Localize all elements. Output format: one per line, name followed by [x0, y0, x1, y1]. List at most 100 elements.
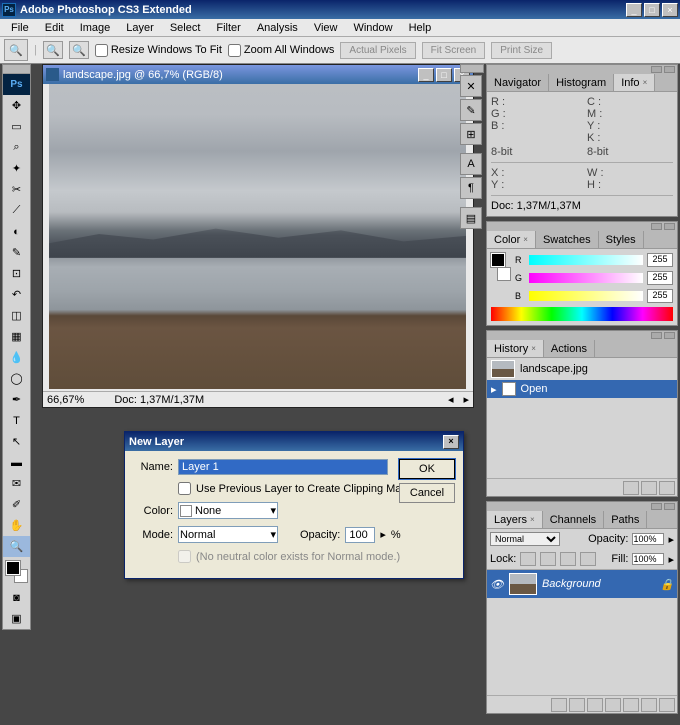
zoom-all-check[interactable]: Zoom All Windows: [228, 44, 334, 57]
layer-fill-input[interactable]: [632, 553, 664, 565]
menu-select[interactable]: Select: [163, 21, 208, 35]
layer-opacity-input[interactable]: [632, 533, 664, 545]
brushes-icon[interactable]: ✎: [460, 99, 482, 121]
menu-view[interactable]: View: [307, 21, 345, 35]
lasso-tool[interactable]: ⌕: [3, 137, 30, 158]
zoom-tool-preset-icon[interactable]: 🔍: [4, 39, 28, 61]
menu-filter[interactable]: Filter: [209, 21, 247, 35]
resize-windows-check[interactable]: Resize Windows To Fit: [95, 44, 222, 57]
menu-edit[interactable]: Edit: [38, 21, 71, 35]
maximize-button[interactable]: □: [644, 3, 660, 17]
move-tool[interactable]: ✥: [3, 95, 30, 116]
scroll-right-icon[interactable]: ▸: [463, 393, 469, 406]
brush-tool[interactable]: ✎: [3, 242, 30, 263]
crop-tool[interactable]: ✂: [3, 179, 30, 200]
group-icon[interactable]: [623, 698, 639, 712]
eraser-tool[interactable]: ◫: [3, 305, 30, 326]
panel-close-icon[interactable]: [664, 503, 675, 510]
ps-logo-icon[interactable]: Ps: [3, 74, 30, 95]
panel-min-icon[interactable]: [651, 223, 662, 230]
color-fg[interactable]: [491, 253, 505, 267]
menu-help[interactable]: Help: [402, 21, 439, 35]
panel-close-icon[interactable]: [664, 66, 675, 73]
shape-tool[interactable]: ▬: [3, 452, 30, 473]
color-bg[interactable]: [497, 267, 511, 281]
palette-grip[interactable]: [460, 64, 484, 73]
new-doc-icon[interactable]: [641, 481, 657, 495]
ok-button[interactable]: OK: [399, 459, 455, 479]
stamp-tool[interactable]: ⊡: [3, 263, 30, 284]
dialog-titlebar[interactable]: New Layer ×: [125, 432, 463, 451]
layer-thumb[interactable]: [509, 573, 537, 595]
r-slider[interactable]: [529, 255, 643, 265]
tab-styles[interactable]: Styles: [599, 231, 644, 248]
lock-move-icon[interactable]: [560, 552, 576, 566]
adjustment-layer-icon[interactable]: [605, 698, 621, 712]
color-select[interactable]: None ▾: [178, 502, 278, 519]
panel-min-icon[interactable]: [651, 332, 662, 339]
clone-source-icon[interactable]: ⊞: [460, 123, 482, 145]
minimize-button[interactable]: _: [626, 3, 642, 17]
blend-mode-select[interactable]: Normal: [490, 532, 560, 546]
layer-mask-icon[interactable]: [587, 698, 603, 712]
lock-all-icon[interactable]: [580, 552, 596, 566]
layer-comps-icon[interactable]: ▤: [460, 207, 482, 229]
mode-select[interactable]: Normal ▾: [178, 526, 278, 543]
menu-file[interactable]: File: [4, 21, 36, 35]
layer-style-icon[interactable]: [569, 698, 585, 712]
tab-layers[interactable]: Layers×: [487, 511, 543, 528]
name-input[interactable]: [178, 459, 388, 475]
menu-image[interactable]: Image: [73, 21, 118, 35]
trash-icon[interactable]: [659, 481, 675, 495]
tab-actions[interactable]: Actions: [544, 340, 595, 357]
fit-screen-button[interactable]: Fit Screen: [422, 42, 486, 59]
tab-histogram[interactable]: Histogram: [549, 74, 614, 91]
color-swatches[interactable]: [3, 557, 30, 587]
spectrum-bar[interactable]: [491, 307, 673, 321]
document-titlebar[interactable]: landscape.jpg @ 66,7% (RGB/8) _ □ ×: [43, 65, 473, 84]
gradient-tool[interactable]: ▦: [3, 326, 30, 347]
menu-layer[interactable]: Layer: [119, 21, 161, 35]
g-slider[interactable]: [529, 273, 643, 283]
foreground-color[interactable]: [6, 561, 20, 575]
paragraph-icon[interactable]: ¶: [460, 177, 482, 199]
panel-close-icon[interactable]: [664, 223, 675, 230]
zoom-in-icon[interactable]: 🔍: [43, 41, 63, 59]
path-tool[interactable]: ↖: [3, 431, 30, 452]
print-size-button[interactable]: Print Size: [491, 42, 552, 59]
wand-tool[interactable]: ✦: [3, 158, 30, 179]
cancel-button[interactable]: Cancel: [399, 483, 455, 503]
screenmode-icon[interactable]: ▣: [3, 608, 30, 629]
tab-navigator[interactable]: Navigator: [487, 74, 549, 91]
character-icon[interactable]: A: [460, 153, 482, 175]
tab-history[interactable]: History×: [487, 340, 544, 357]
blur-tool[interactable]: 💧: [3, 347, 30, 368]
clipping-mask-check[interactable]: [178, 482, 191, 495]
eye-icon[interactable]: 👁: [490, 578, 504, 591]
opacity-input[interactable]: [345, 527, 375, 543]
lock-brush-icon[interactable]: [540, 552, 556, 566]
panel-min-icon[interactable]: [651, 503, 662, 510]
close-button[interactable]: ×: [662, 3, 678, 17]
heal-tool[interactable]: ◐: [3, 221, 30, 242]
panel-min-icon[interactable]: [651, 66, 662, 73]
doc-minimize-button[interactable]: _: [418, 68, 434, 82]
new-snapshot-icon[interactable]: [623, 481, 639, 495]
pen-tool[interactable]: ✒: [3, 389, 30, 410]
history-brush-tool[interactable]: ↶: [3, 284, 30, 305]
eyedropper-tool[interactable]: ✐: [3, 494, 30, 515]
quickmask-icon[interactable]: ◙: [3, 587, 30, 608]
doc-maximize-button[interactable]: □: [436, 68, 452, 82]
history-state-open[interactable]: ▸ Open: [487, 380, 677, 398]
tab-swatches[interactable]: Swatches: [536, 231, 599, 248]
slice-tool[interactable]: ⟋: [3, 200, 30, 221]
lock-transparent-icon[interactable]: [520, 552, 536, 566]
type-tool[interactable]: T: [3, 410, 30, 431]
panel-close-icon[interactable]: [664, 332, 675, 339]
menu-window[interactable]: Window: [346, 21, 399, 35]
tab-color[interactable]: Color×: [487, 231, 536, 248]
trash-icon[interactable]: [659, 698, 675, 712]
opacity-flyout-icon[interactable]: ▸: [380, 528, 386, 541]
tab-info[interactable]: Info×: [614, 74, 655, 91]
tab-channels[interactable]: Channels: [543, 511, 604, 528]
